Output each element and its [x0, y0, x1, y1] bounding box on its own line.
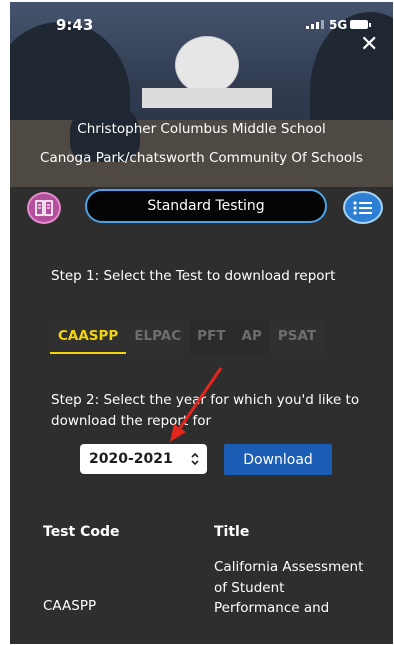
close-icon[interactable]: ✕ [360, 32, 378, 58]
menu-list-button[interactable] [343, 191, 383, 224]
signal-icon [306, 20, 324, 29]
tab-caaspp[interactable]: CAASPP [50, 320, 127, 354]
list-icon [353, 200, 372, 215]
year-value: 2020-2021 [89, 451, 173, 467]
school-name: Christopher Columbus Middle School [77, 121, 326, 137]
row-title: California Assessment of Student Perform… [214, 559, 364, 616]
student-name-redacted [142, 88, 272, 108]
updown-chevron-icon [191, 452, 199, 466]
column-header-title: Title [214, 524, 250, 540]
tab-pft[interactable]: PFT [189, 320, 234, 354]
status-bar: 9:43 5G [10, 14, 393, 36]
tab-psat[interactable]: PSAT [269, 320, 325, 354]
row-test-code: CAASPP [43, 598, 97, 614]
year-select[interactable]: 2020-2021 [80, 444, 207, 474]
step1-label: Step 1: Select the Test to download repo… [51, 268, 336, 284]
tab-elpac[interactable]: ELPAC [126, 320, 190, 354]
download-button[interactable]: Download [224, 444, 332, 475]
app-screen: 9:43 5G ✕ Christopher Columbus Middle Sc… [10, 2, 393, 644]
tab-label: Standard Testing [147, 198, 265, 214]
column-header-test-code: Test Code [43, 524, 120, 540]
header-banner: 9:43 5G ✕ Christopher Columbus Middle Sc… [10, 2, 393, 187]
network-label: 5G [329, 18, 348, 32]
avatar [175, 36, 239, 94]
standard-testing-tab[interactable]: Standard Testing [85, 189, 327, 223]
clock: 9:43 [56, 16, 94, 34]
community-name: Canoga Park/chatsworth Community Of Scho… [40, 150, 363, 166]
step2-label: Step 2: Select the year for which you'd … [51, 392, 360, 429]
tab-ap[interactable]: AP [233, 320, 270, 354]
book-icon [35, 200, 53, 216]
book-button[interactable] [27, 192, 61, 224]
test-tabs: CAASPP ELPAC PFT AP PSAT [50, 320, 325, 354]
battery-icon [350, 20, 371, 29]
